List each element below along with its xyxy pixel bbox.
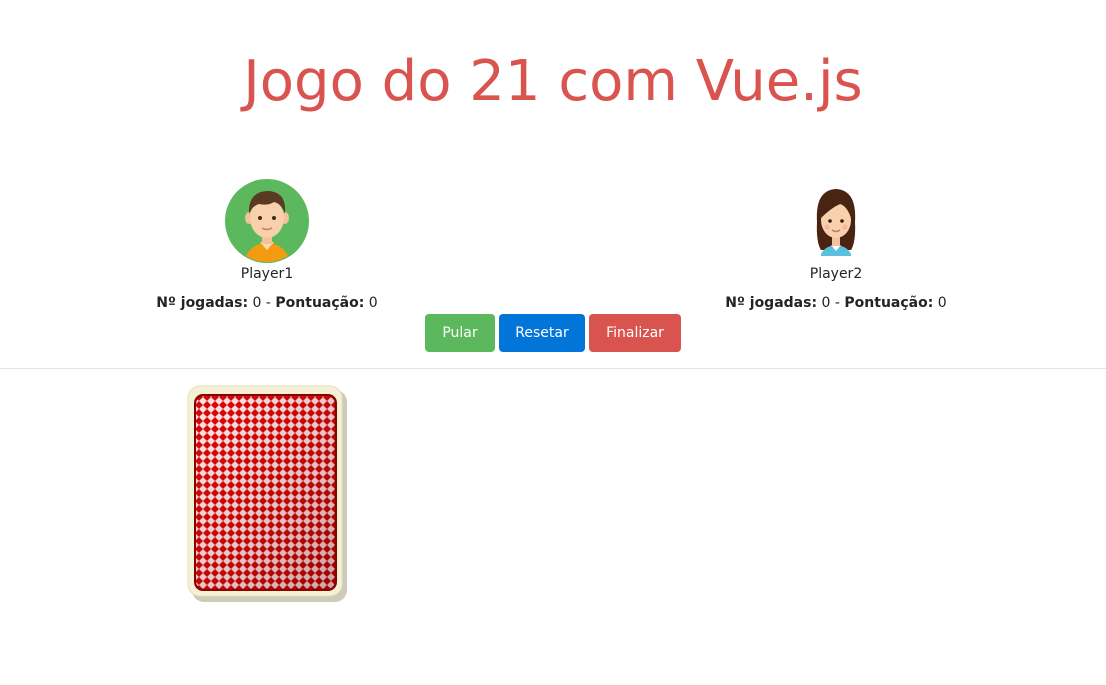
game-controls: Pular Resetar Finalizar xyxy=(0,314,1106,352)
girl-avatar-icon xyxy=(816,189,856,256)
player2-name: Player2 xyxy=(809,266,863,282)
finalizar-button[interactable]: Finalizar xyxy=(589,314,681,352)
pular-button[interactable]: Pular xyxy=(425,314,495,352)
game-page: Jogo do 21 com Vue.js Player1 Nº jogadas… xyxy=(0,0,1106,685)
player2-plays-value: 0 xyxy=(821,295,831,311)
resetar-button[interactable]: Resetar xyxy=(499,314,585,352)
player1-panel: Player1 Nº jogadas: 0 - Pontuação: 0 xyxy=(117,178,417,312)
player1-separator: - xyxy=(265,295,271,311)
player1-score-value: 0 xyxy=(368,295,378,311)
player1-stats: Nº jogadas: 0 - Pontuação: 0 xyxy=(156,294,377,312)
player2-panel: Player2 Nº jogadas: 0 - Pontuação: 0 xyxy=(686,178,986,312)
page-title: Jogo do 21 com Vue.js xyxy=(243,49,863,114)
player2-separator: - xyxy=(834,295,840,311)
player1-score-label: Pontuação: xyxy=(275,295,365,311)
player2-plays-label: Nº jogadas: xyxy=(725,295,818,311)
player1-name: Player1 xyxy=(240,266,294,282)
section-divider xyxy=(0,368,1106,369)
card-back-icon[interactable] xyxy=(187,385,347,602)
player2-stats: Nº jogadas: 0 - Pontuação: 0 xyxy=(725,294,946,312)
boy-avatar-icon xyxy=(225,179,309,263)
player1-plays-label: Nº jogadas: xyxy=(156,295,249,311)
player2-score-value: 0 xyxy=(937,295,947,311)
player2-score-label: Pontuação: xyxy=(844,295,934,311)
player1-plays-value: 0 xyxy=(252,295,262,311)
